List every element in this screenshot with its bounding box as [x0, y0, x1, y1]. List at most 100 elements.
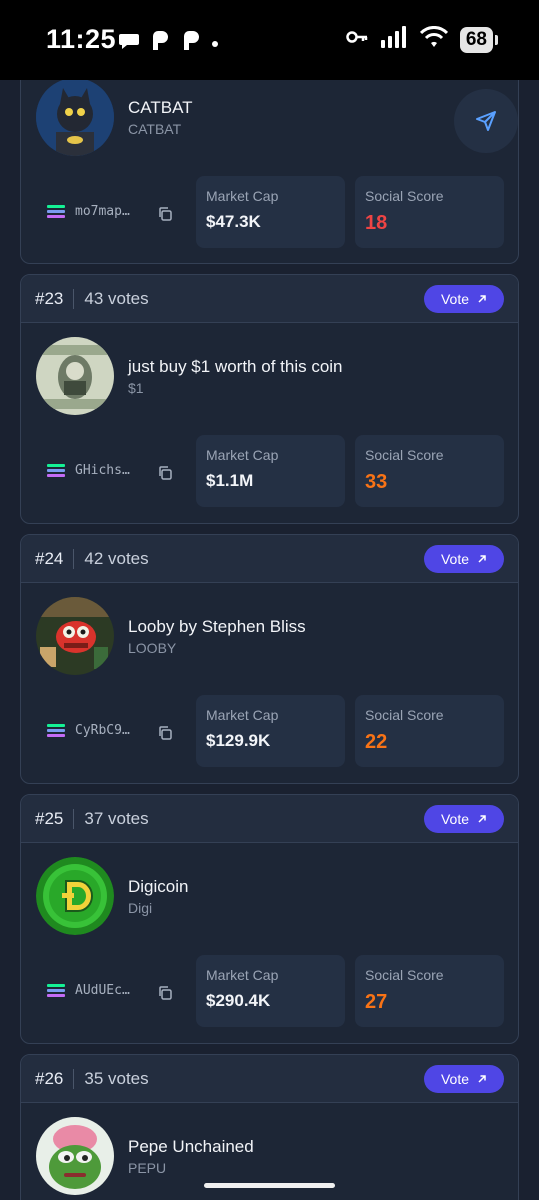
home-indicator[interactable] [204, 1183, 335, 1188]
notification-icons [118, 30, 219, 57]
social-score-box: Social Score 18 [355, 176, 504, 248]
pepe-avatar [36, 1117, 114, 1195]
solana-icon [47, 983, 65, 998]
social-score-box: Social Score 27 [355, 955, 504, 1027]
app-p-icon [149, 30, 171, 57]
vote-count: 42 votes [84, 548, 149, 568]
token-symbol: CATBAT [128, 121, 182, 137]
social-score-label: Social Score [365, 188, 444, 204]
card-header: #25 37 votes Vote [21, 795, 518, 843]
social-score-box: Social Score 22 [355, 695, 504, 767]
app-p-icon-2 [180, 30, 202, 57]
market-cap-label: Market Cap [206, 188, 279, 204]
address-text: mo7map… [75, 204, 130, 219]
copy-icon[interactable] [157, 725, 173, 741]
arrow-up-right-icon [478, 555, 486, 563]
key-icon [346, 30, 368, 49]
chat-bubble-icon [118, 32, 140, 55]
send-icon [476, 111, 496, 131]
token-list[interactable]: CATBAT CATBAT mo7map… Market Cap $47.3K … [0, 0, 539, 1200]
solana-icon [47, 723, 65, 738]
dot-icon [211, 35, 219, 53]
card-header: #23 43 votes Vote [21, 275, 518, 323]
digicoin-avatar [36, 857, 114, 935]
vote-button[interactable]: Vote [424, 1065, 504, 1093]
divider [73, 288, 75, 309]
market-cap-value: $1.1M [206, 471, 254, 490]
signal-icon [380, 26, 408, 53]
arrow-up-right-icon [478, 1075, 486, 1083]
card-header: #24 42 votes Vote [21, 535, 518, 583]
market-cap-value: $129.9K [206, 731, 271, 750]
arrow-up-right-icon [478, 815, 486, 823]
vote-label: Vote [440, 291, 470, 307]
rank: #26 [35, 1068, 64, 1088]
market-cap-box: Market Cap $290.4K [196, 955, 345, 1027]
divider [73, 808, 75, 829]
token-card[interactable]: #23 43 votes Vote just buy $1 worth of t… [20, 274, 519, 524]
address-text: AUdUEc… [75, 983, 130, 998]
token-symbol: $1 [128, 380, 144, 396]
social-score-label: Social Score [365, 707, 444, 723]
divider [73, 548, 75, 569]
arrow-up-right-icon [478, 295, 486, 303]
vote-count: 35 votes [84, 1068, 149, 1088]
address-text: CyRbC9… [75, 723, 130, 738]
status-bar: 11:25 68 [0, 0, 539, 80]
token-card[interactable]: #25 37 votes Vote Digicoin Digi AUdUEc… … [20, 794, 519, 1044]
token-card[interactable]: #26 35 votes Vote Pepe Unchained PEPU [20, 1054, 519, 1200]
copy-icon[interactable] [157, 206, 173, 222]
copy-icon[interactable] [157, 465, 173, 481]
rank: #24 [35, 548, 64, 568]
wifi-icon [419, 26, 448, 53]
token-stats: GHichs… Market Cap $1.1M Social Score 33 [21, 435, 518, 509]
contract-address[interactable]: GHichs… [47, 463, 130, 478]
market-cap-label: Market Cap [206, 707, 279, 723]
vote-button[interactable]: Vote [424, 285, 504, 313]
token-name: Pepe Unchained [128, 1137, 254, 1156]
card-header: #26 35 votes Vote [21, 1055, 518, 1103]
vote-count: 37 votes [84, 808, 149, 828]
vote-button[interactable]: Vote [424, 545, 504, 573]
social-score-value: 33 [365, 471, 388, 493]
token-symbol: LOOBY [128, 640, 177, 656]
social-score-value: 27 [365, 991, 388, 1013]
vote-label: Vote [440, 1071, 470, 1087]
market-cap-label: Market Cap [206, 447, 279, 463]
token-stats: AUdUEc… Market Cap $290.4K Social Score … [21, 955, 518, 1029]
battery-indicator: 68 [459, 26, 499, 53]
rank: #25 [35, 808, 64, 828]
status-time: 11:25 [46, 24, 117, 54]
market-cap-box: Market Cap $47.3K [196, 176, 345, 248]
social-score-value: 22 [365, 731, 388, 753]
token-symbol: PEPU [128, 1160, 167, 1176]
market-cap-label: Market Cap [206, 967, 279, 983]
social-score-value: 18 [365, 212, 388, 234]
social-score-box: Social Score 33 [355, 435, 504, 507]
dollar-bill-avatar [36, 337, 114, 415]
system-icons: 68 [346, 26, 499, 53]
vote-label: Vote [440, 551, 470, 567]
contract-address[interactable]: mo7map… [47, 204, 130, 219]
market-cap-value: $47.3K [206, 212, 261, 231]
share-button[interactable] [454, 89, 518, 153]
solana-icon [47, 204, 65, 219]
divider [73, 1068, 75, 1089]
market-cap-box: Market Cap $129.9K [196, 695, 345, 767]
token-name: just buy $1 worth of this coin [128, 357, 343, 376]
token-card[interactable]: #24 42 votes Vote Looby by Stephen Bliss… [20, 534, 519, 784]
token-symbol: Digi [128, 900, 153, 916]
vote-count: 43 votes [84, 288, 149, 308]
solana-icon [47, 463, 65, 478]
social-score-label: Social Score [365, 967, 444, 983]
catbat-avatar [36, 78, 114, 156]
copy-icon[interactable] [157, 985, 173, 1001]
token-stats: CyRbC9… Market Cap $129.9K Social Score … [21, 695, 518, 769]
market-cap-value: $290.4K [206, 991, 271, 1010]
contract-address[interactable]: CyRbC9… [47, 723, 130, 738]
address-text: GHichs… [75, 463, 130, 478]
token-name: CATBAT [128, 98, 193, 117]
market-cap-box: Market Cap $1.1M [196, 435, 345, 507]
vote-button[interactable]: Vote [424, 805, 504, 833]
contract-address[interactable]: AUdUEc… [47, 983, 130, 998]
